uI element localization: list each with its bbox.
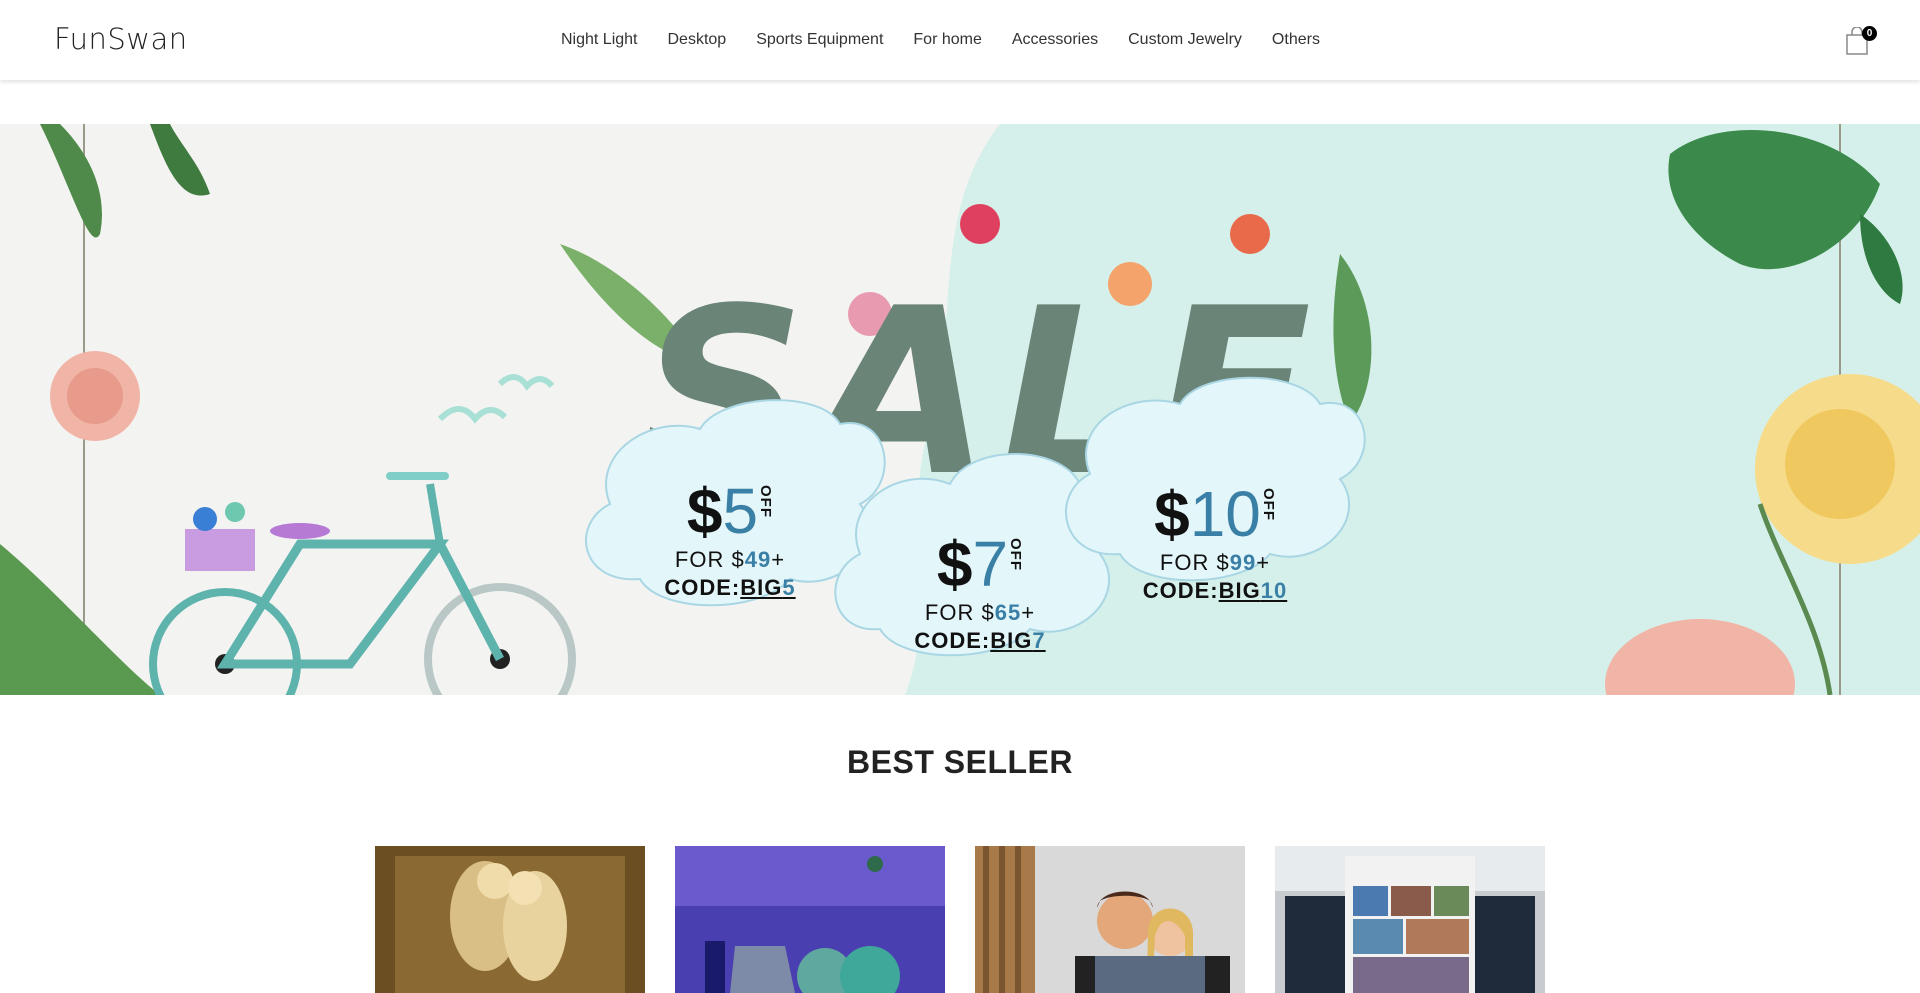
coupon-amount: 10: [1189, 478, 1261, 550]
coupon-code-text: BIG: [1218, 578, 1261, 603]
coupon-10-off[interactable]: $10OFF FOR $99+ CODE:BIG10: [1115, 482, 1315, 604]
nav-for-home[interactable]: For home: [913, 31, 981, 49]
coupon-for-suffix: +: [1256, 550, 1271, 575]
coupon-for-suffix: +: [771, 547, 786, 572]
site-logo[interactable]: FunSwan: [54, 22, 188, 56]
main-nav: Night Light Desktop Sports Equipment For…: [546, 0, 1335, 80]
coupon-code-label: CODE:: [664, 575, 741, 600]
coupon-for-amount: 99: [1229, 550, 1257, 575]
coupon-dollar: $: [686, 475, 723, 547]
coupon-off: OFF: [1007, 538, 1025, 571]
coupon-5-off[interactable]: $5OFF FOR $49+ CODE:BIG5: [640, 479, 820, 601]
coupon-dollar: $: [936, 528, 973, 600]
coupon-code-label: CODE:: [1142, 578, 1219, 603]
nav-night-light[interactable]: Night Light: [561, 31, 638, 49]
product-image: [675, 846, 945, 993]
nav-desktop[interactable]: Desktop: [668, 31, 727, 49]
product-card-photo-collage-blanket[interactable]: [1275, 846, 1545, 993]
coupon-for-amount: 49: [744, 547, 772, 572]
coupon-code-num: 5: [782, 575, 796, 600]
coupon-amount: 5: [722, 475, 759, 547]
product-card-cartoon-couple-frame[interactable]: [975, 846, 1245, 993]
product-image: [375, 846, 645, 993]
coupon-code-label: CODE:: [914, 628, 991, 653]
cart-count-badge: 0: [1862, 26, 1877, 41]
product-image: [975, 846, 1245, 993]
coupon-for-amount: 65: [994, 600, 1022, 625]
coupon-7-off[interactable]: $7OFF FOR $65+ CODE:BIG7: [890, 532, 1070, 654]
coupon-for-prefix: FOR $: [1159, 550, 1230, 575]
nav-custom-jewelry[interactable]: Custom Jewelry: [1128, 31, 1242, 49]
bicycle-illustration: [149, 472, 576, 695]
coupon-amount: 7: [972, 528, 1009, 600]
coupon-off: OFF: [757, 485, 775, 518]
sale-banner[interactable]: SALE $5OFF FOR $49+ CODE:BIG5 $7OFF FOR …: [0, 124, 1920, 695]
nav-sports-equipment[interactable]: Sports Equipment: [756, 31, 883, 49]
coupon-code-text: BIG: [990, 628, 1033, 653]
coupon-code-num: 10: [1260, 578, 1288, 603]
coupon-off: OFF: [1259, 488, 1277, 521]
site-header: FunSwan Night Light Desktop Sports Equip…: [0, 0, 1920, 80]
coupon-for-prefix: FOR $: [924, 600, 995, 625]
nav-others[interactable]: Others: [1272, 31, 1320, 49]
coupon-for-prefix: FOR $: [674, 547, 745, 572]
product-card-name-night-light[interactable]: [675, 846, 945, 993]
coupon-code-text: BIG: [740, 575, 783, 600]
coupon-code-num: 7: [1032, 628, 1046, 653]
coupon-dollar: $: [1154, 478, 1190, 550]
best-seller-heading: BEST SELLER: [847, 744, 1073, 780]
product-image: [1275, 846, 1545, 993]
nav-accessories[interactable]: Accessories: [1012, 31, 1098, 49]
coupon-for-suffix: +: [1021, 600, 1036, 625]
product-card-couple-photo-lamp[interactable]: [375, 846, 645, 993]
